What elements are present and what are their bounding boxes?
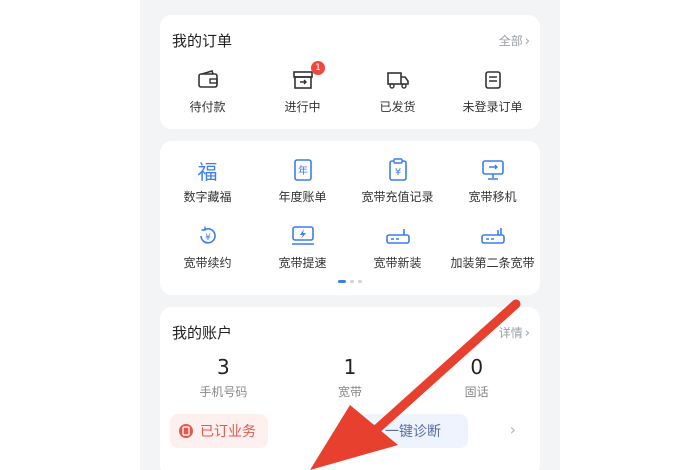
chevron-right-icon: › [524,326,530,341]
diagnose-icon [364,424,378,438]
router-icon [385,229,410,244]
box-icon [292,71,313,89]
service-label: 宽带提速 [278,256,327,270]
pager-dot[interactable] [350,280,354,283]
stat-value: 3 [216,355,230,379]
orders-grid: 待付款 1 进行中 已发货 未登录订单 [160,61,540,115]
order-item-in-progress[interactable]: 1 进行中 [255,61,350,115]
annual-bill-icon: 年 [293,159,312,181]
subscribed-services-label: 已订业务 [200,424,256,440]
service-label: 宽带移机 [468,190,517,204]
annual-bill-glyph: 年 [298,164,308,177]
subscribed-icon [179,424,193,438]
service-digital-fu[interactable]: 福 数字藏福 [160,157,255,205]
service-label: 宽带新装 [373,256,422,270]
orders-all-label: 全部 [498,34,523,48]
subscribed-services-button[interactable]: 已订业务 [170,414,268,448]
service-annual-bill[interactable]: 年 年度账单 [255,157,350,205]
chevron-right-icon[interactable]: › [510,420,516,439]
services-pager [160,280,540,283]
service-label: 数字藏福 [183,190,232,204]
order-item-label: 待付款 [189,100,226,114]
service-move-broadband[interactable]: 宽带移机 [445,157,540,205]
account-details-link[interactable]: 详情 › [499,324,530,341]
account-card: 我的账户 详情 › 3 手机号码 1 宽带 0 固话 已订业务 一键诊断 › [160,307,540,470]
service-second-line[interactable]: 加装第二条宽带 [445,223,540,271]
orders-all-link[interactable]: 全部 › [499,32,530,49]
order-item-label: 已发货 [379,100,416,114]
stat-broadband[interactable]: 1 宽带 [287,355,414,400]
recharge-record-icon: ¥ [388,158,407,181]
service-speed-up[interactable]: 宽带提速 [255,223,350,271]
service-renew[interactable]: ¥ 宽带续约 [160,223,255,271]
recharge-glyph: ¥ [394,167,400,178]
monitor-move-icon [481,160,504,180]
service-new-install[interactable]: 宽带新装 [350,223,445,271]
chevron-right-icon: › [524,34,530,49]
account-stats: 3 手机号码 1 宽带 0 固话 [160,355,540,400]
services-card: 福 数字藏福 年 年度账单 ¥ 宽带充值记录 宽带移机 ¥ 宽带续约 宽带提速 … [160,141,540,295]
pager-dot[interactable] [358,280,362,283]
account-title: 我的账户 [172,324,233,342]
wallet-icon [197,70,218,88]
service-label: 宽带续约 [183,256,232,270]
service-label: 宽带充值记录 [361,190,434,204]
second-line-icon [480,228,505,244]
orders-card: 我的订单 全部 › 待付款 1 进行中 已发货 未登录订单 [160,15,540,129]
order-item-shipped[interactable]: 已发货 [350,67,445,115]
one-click-diagnose-button[interactable]: 一键诊断 [355,414,468,448]
app-screen: 我的订单 全部 › 待付款 1 进行中 已发货 未登录订单 福 数字藏福 年 年… [140,0,560,470]
renew-glyph: ¥ [205,233,211,243]
truck-icon [386,72,409,89]
stat-label: 宽带 [338,385,363,399]
fu-glyph: 福 [197,159,218,184]
speed-up-icon [291,226,314,245]
stat-label: 手机号码 [199,385,248,399]
stat-phone-numbers[interactable]: 3 手机号码 [160,355,287,400]
stat-value: 0 [470,355,484,379]
stat-landline[interactable]: 0 固话 [413,355,540,400]
receipt-icon [484,71,501,89]
in-progress-badge: 1 [311,61,325,75]
order-item-label: 进行中 [284,100,321,114]
account-details-label: 详情 [498,326,523,340]
stat-label: 固话 [464,385,489,399]
order-item-pending-payment[interactable]: 待付款 [160,67,255,115]
service-label: 年度账单 [278,190,327,204]
fu-character-icon: 福 [160,157,255,184]
renew-icon: ¥ [199,226,216,244]
orders-title: 我的订单 [172,32,233,50]
order-item-guest-orders[interactable]: 未登录订单 [445,67,540,115]
stat-value: 1 [343,355,357,379]
services-row-2: ¥ 宽带续约 宽带提速 宽带新装 加装第二条宽带 [160,223,540,271]
order-item-label: 未登录订单 [462,100,523,114]
service-recharge-record[interactable]: ¥ 宽带充值记录 [350,157,445,205]
services-row-1: 福 数字藏福 年 年度账单 ¥ 宽带充值记录 宽带移机 [160,157,540,205]
pager-dot-active[interactable] [338,280,346,283]
one-click-diagnose-label: 一键诊断 [385,424,441,440]
service-label: 加装第二条宽带 [450,256,535,270]
